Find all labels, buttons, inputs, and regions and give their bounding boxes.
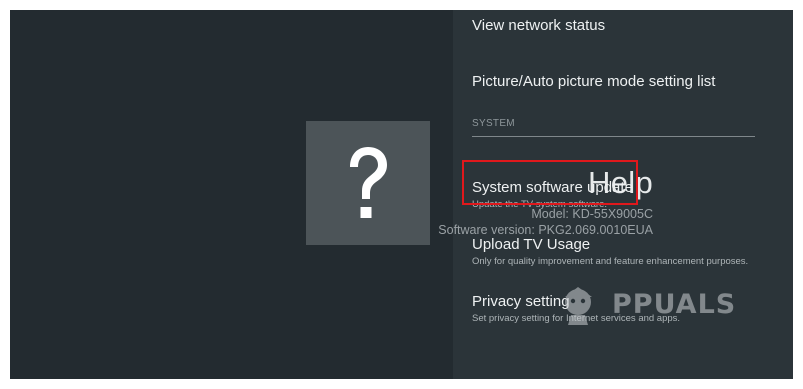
menu-item-upload-tv-usage[interactable]: Upload TV Usage Only for quality improve…	[472, 236, 748, 267]
watermark-logo: PPUALS	[532, 285, 762, 325]
watermark-mascot-icon	[565, 287, 592, 325]
help-tile	[306, 121, 430, 245]
menu-item-picture-mode-setting-list[interactable]: Picture/Auto picture mode setting list	[472, 73, 715, 90]
section-label-system: SYSTEM	[472, 118, 515, 129]
menu-item-view-network-status[interactable]: View network status	[472, 17, 605, 34]
software-version-info: Software version: PKG2.069.0010EUA	[438, 223, 653, 237]
section-divider	[472, 136, 755, 137]
question-mark-icon	[350, 147, 387, 218]
menu-item-title: View network status	[472, 17, 606, 34]
menu-item-title: Picture/Auto picture mode setting list	[472, 73, 716, 90]
watermark-text: PPUALS	[612, 289, 737, 320]
menu-item-title: Upload TV Usage	[472, 236, 591, 253]
menu-item-subtitle: Only for quality improvement and feature…	[472, 256, 749, 267]
highlight-annotation-box	[462, 160, 638, 205]
